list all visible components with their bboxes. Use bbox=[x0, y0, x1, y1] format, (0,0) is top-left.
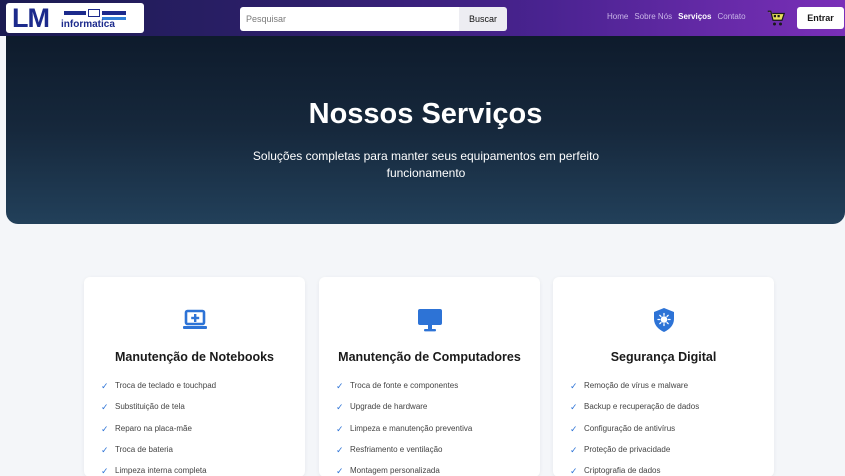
main-nav: Home Sobre Nós Serviços Contato bbox=[607, 12, 746, 21]
check-icon: ✓ bbox=[101, 423, 109, 434]
list-item: ✓ Proteção de privacidade bbox=[570, 444, 671, 455]
shield-virus-icon bbox=[653, 308, 674, 332]
check-icon: ✓ bbox=[101, 444, 109, 455]
top-navbar: LM informatica Buscar Home Sobre Nós Ser… bbox=[0, 0, 845, 36]
check-icon: ✓ bbox=[336, 466, 344, 476]
card-title: Segurança Digital bbox=[610, 350, 717, 364]
check-icon: ✓ bbox=[336, 402, 344, 413]
logo-subtitle: informatica bbox=[61, 19, 115, 30]
list-item: ✓ Substituição de tela bbox=[101, 402, 185, 413]
hero-subtitle: Soluções completas para manter seus equi… bbox=[252, 149, 600, 180]
nav-home[interactable]: Home bbox=[607, 12, 628, 21]
hero-title: Nossos Serviços bbox=[308, 98, 543, 130]
login-button[interactable]: Entrar bbox=[797, 7, 844, 29]
list-item: ✓ Resfriamento e ventilação bbox=[336, 444, 443, 455]
list-item: ✓ Troca de bateria bbox=[101, 444, 173, 455]
list-item: ✓ Upgrade de hardware bbox=[336, 402, 428, 413]
check-icon: ✓ bbox=[570, 466, 578, 476]
logo-letters: LM bbox=[12, 3, 50, 33]
list-item: ✓ Backup e recuperação de dados bbox=[570, 402, 700, 413]
service-list: ✓ Remoção de vírus e malware ✓ Backup e re… bbox=[570, 381, 699, 476]
card-title: Manutenção de Notebooks bbox=[114, 350, 275, 364]
search-button[interactable]: Buscar bbox=[459, 7, 507, 31]
list-item: ✓ Montagem personalizada bbox=[336, 466, 440, 476]
check-icon: ✓ bbox=[336, 423, 344, 434]
logo-mark bbox=[64, 9, 126, 20]
service-list: ✓ Troca de fonte e componentes ✓ Upgrade d… bbox=[336, 381, 472, 476]
service-card-notebooks: Manutenção de Notebooks ✓ Troca de teclad… bbox=[84, 277, 305, 476]
check-icon: ✓ bbox=[570, 381, 578, 391]
list-item: ✓ Remoção de vírus e malware bbox=[570, 381, 689, 391]
check-icon: ✓ bbox=[101, 381, 109, 391]
monitor-icon bbox=[417, 309, 442, 332]
list-item: ✓ Reparo na placa-mãe bbox=[101, 423, 192, 434]
list-item: ✓ Criptografia de dados bbox=[570, 466, 661, 476]
logo[interactable]: LM informatica bbox=[6, 3, 144, 33]
list-item: ✓ Troca de teclado e touchpad bbox=[101, 381, 217, 391]
shopping-cart-icon[interactable] bbox=[767, 9, 785, 27]
nav-about[interactable]: Sobre Nós bbox=[634, 12, 672, 21]
list-item: ✓ Limpeza e manutenção preventiva bbox=[336, 423, 473, 434]
service-card-security: Segurança Digital ✓ Remoção de vírus e ma… bbox=[553, 277, 774, 476]
check-icon: ✓ bbox=[570, 423, 578, 434]
hero-banner: Nossos Serviços Soluções completas para … bbox=[6, 36, 845, 224]
nav-services[interactable]: Serviços bbox=[678, 12, 711, 21]
check-icon: ✓ bbox=[570, 402, 578, 413]
list-item: ✓ Limpeza interna completa bbox=[101, 466, 207, 476]
card-title: Manutenção de Computadores bbox=[338, 350, 521, 364]
check-icon: ✓ bbox=[101, 402, 109, 413]
check-icon: ✓ bbox=[336, 381, 344, 391]
search-bar: Buscar bbox=[240, 7, 507, 31]
check-icon: ✓ bbox=[101, 466, 109, 476]
list-item: ✓ Troca de fonte e componentes bbox=[336, 381, 459, 391]
laptop-plus-icon bbox=[182, 309, 207, 329]
search-input[interactable] bbox=[240, 7, 459, 31]
nav-contact[interactable]: Contato bbox=[718, 12, 746, 21]
service-list: ✓ Troca de teclado e touchpad ✓ Substituiç… bbox=[101, 381, 216, 476]
check-icon: ✓ bbox=[570, 444, 578, 455]
service-card-computers: Manutenção de Computadores ✓ Troca de fon… bbox=[319, 277, 540, 476]
list-item: ✓ Configuração de antivírus bbox=[570, 423, 676, 434]
check-icon: ✓ bbox=[336, 444, 344, 455]
